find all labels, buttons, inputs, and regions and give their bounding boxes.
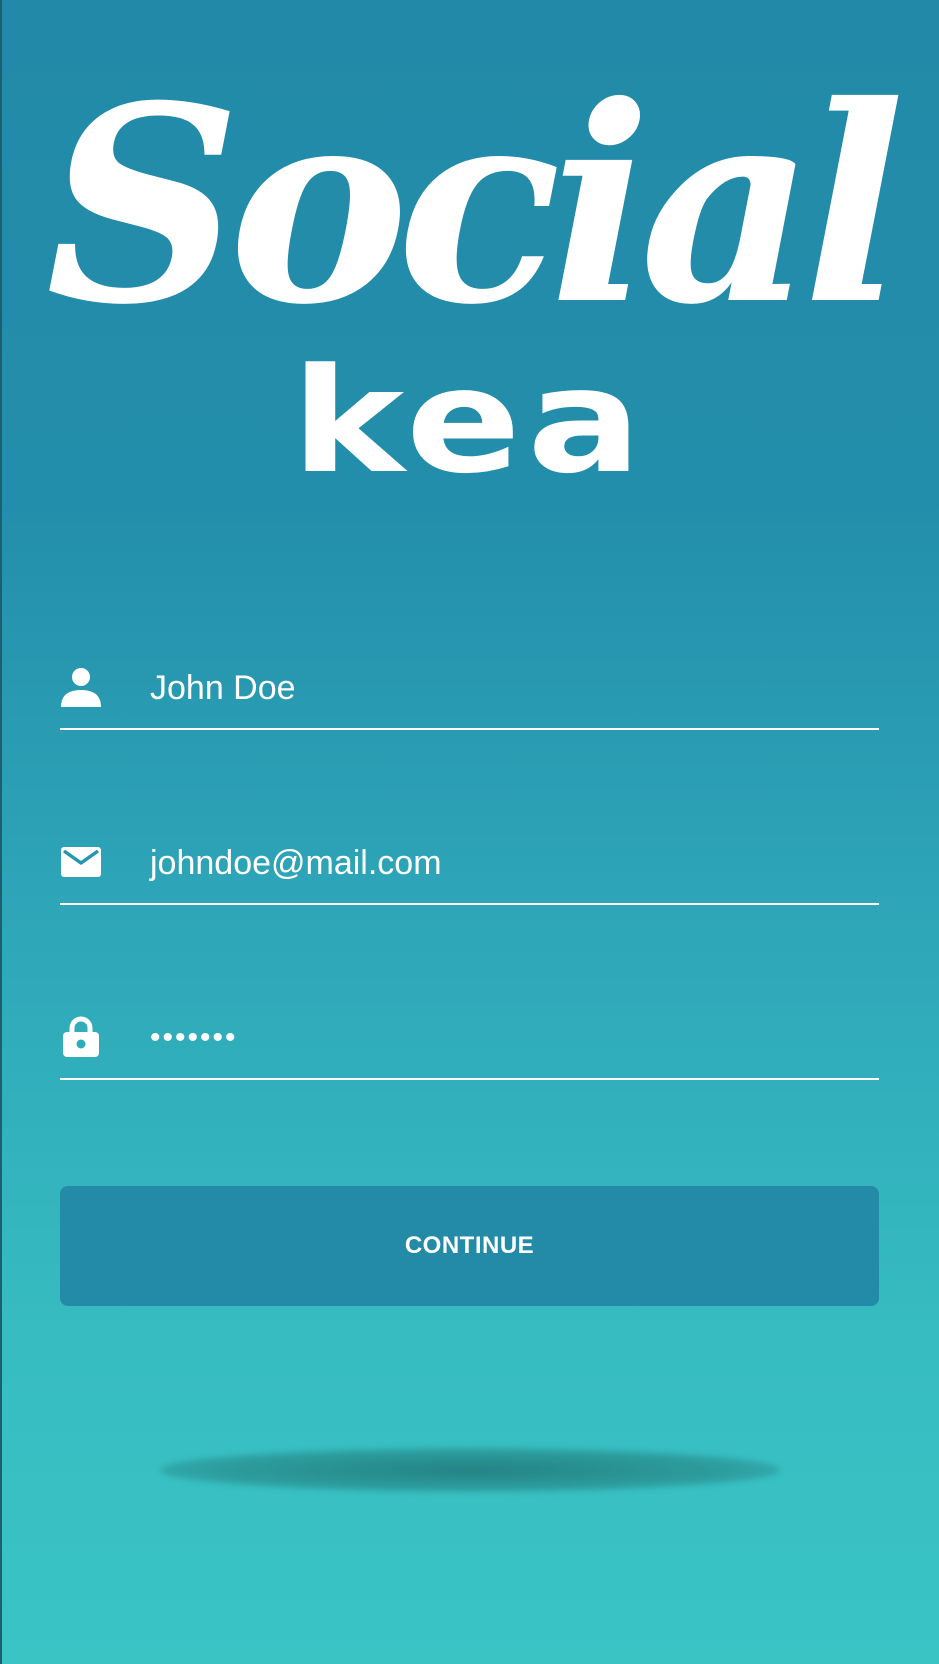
password-field[interactable]: •••••••: [60, 980, 879, 1080]
logo-text-kea: kea: [291, 337, 648, 506]
envelope-icon: [60, 841, 102, 883]
logo-text-social: Social: [45, 46, 906, 364]
email-input[interactable]: johndoe@mail.com: [150, 841, 442, 885]
continue-button[interactable]: CONTINUE: [60, 1186, 879, 1306]
app-logo: Social kea: [0, 40, 939, 510]
password-input[interactable]: •••••••: [150, 1016, 238, 1060]
lock-icon: [60, 1016, 102, 1058]
decorative-shadow: [160, 1448, 780, 1492]
person-icon: [60, 666, 102, 708]
name-input[interactable]: John Doe: [150, 666, 296, 710]
name-field[interactable]: John Doe: [60, 630, 879, 730]
email-field[interactable]: johndoe@mail.com: [60, 805, 879, 905]
